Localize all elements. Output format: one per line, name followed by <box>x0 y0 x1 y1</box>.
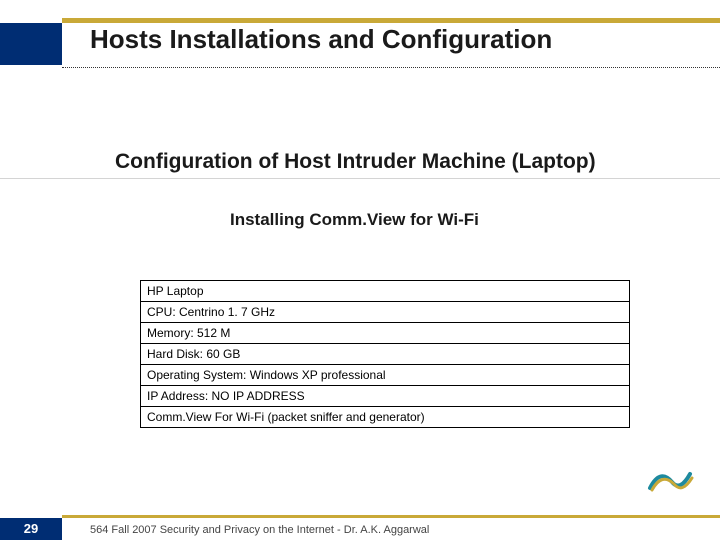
spec-cell: IP Address: NO IP ADDRESS <box>141 386 630 407</box>
table-row: HP Laptop <box>141 281 630 302</box>
table-row: IP Address: NO IP ADDRESS <box>141 386 630 407</box>
spec-cell: CPU: Centrino 1. 7 GHz <box>141 302 630 323</box>
section-heading: Installing Comm.View for Wi-Fi <box>230 210 479 230</box>
slide: Hosts Installations and Configuration Co… <box>0 0 720 540</box>
spec-cell: Operating System: Windows XP professiona… <box>141 365 630 386</box>
subtitle-underline <box>0 178 720 179</box>
table-row: Comm.View For Wi-Fi (packet sniffer and … <box>141 407 630 428</box>
table-row: Memory: 512 M <box>141 323 630 344</box>
table-row: Operating System: Windows XP professiona… <box>141 365 630 386</box>
spec-cell: Hard Disk: 60 GB <box>141 344 630 365</box>
header-accent-block <box>0 23 62 65</box>
spec-table: HP Laptop CPU: Centrino 1. 7 GHz Memory:… <box>140 280 630 428</box>
footer-gold-stripe <box>62 515 720 518</box>
table-row: Hard Disk: 60 GB <box>141 344 630 365</box>
slide-subtitle: Configuration of Host Intruder Machine (… <box>115 150 596 174</box>
spec-cell: Memory: 512 M <box>141 323 630 344</box>
slide-title: Hosts Installations and Configuration <box>90 24 552 55</box>
spec-cell: Comm.View For Wi-Fi (packet sniffer and … <box>141 407 630 428</box>
institution-logo-icon <box>646 464 694 496</box>
header-gold-stripe <box>62 18 720 23</box>
table-row: CPU: Centrino 1. 7 GHz <box>141 302 630 323</box>
footer: 29 564 Fall 2007 Security and Privacy on… <box>0 510 720 540</box>
spec-cell: HP Laptop <box>141 281 630 302</box>
page-number: 29 <box>0 518 62 540</box>
title-underline <box>62 67 720 68</box>
footer-text: 564 Fall 2007 Security and Privacy on th… <box>90 524 429 536</box>
